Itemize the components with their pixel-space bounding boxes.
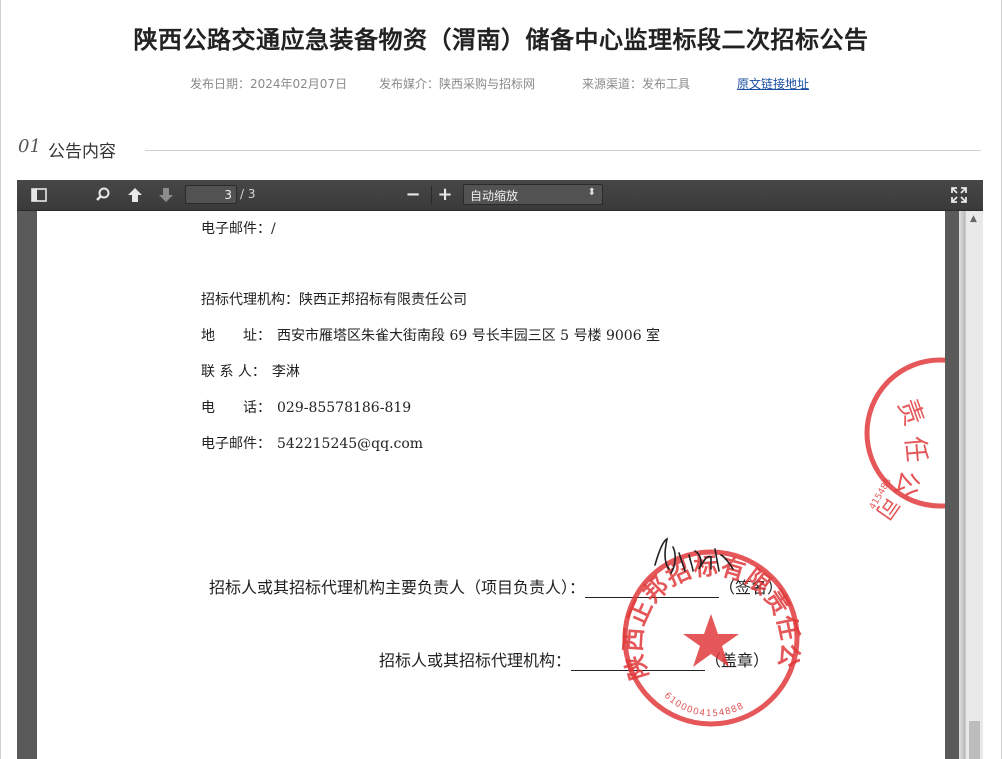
contact-line: 联 系 人： 李淋 [201, 361, 300, 381]
scroll-thumb[interactable] [969, 721, 980, 759]
source-channel: 来源渠道：发布工具 [582, 77, 691, 91]
signature-line-text: 招标人或其招标代理机构主要负责人（项目负责人）： [209, 578, 586, 597]
phone-line: 电 话： 029-85578186-819 [201, 397, 411, 417]
phone-value: 029-85578186-819 [277, 400, 412, 416]
announcement-title: 陕西公路交通应急装备物资（渭南）储备中心监理标段二次招标公告 [133, 26, 869, 54]
vertical-scrollbar[interactable]: ▲ [965, 211, 983, 759]
pdf-toolbar: 3 / 3 − + 自动缩放 ⬍ [17, 180, 983, 211]
fullscreen-icon[interactable] [949, 185, 969, 205]
sidebar-toggle-icon[interactable] [29, 185, 49, 205]
svg-text:任: 任 [899, 435, 931, 464]
section-number: 01 [18, 136, 41, 157]
zoom-select-value: 自动缩放 [470, 189, 519, 203]
phone-label: 电 话： [201, 400, 271, 416]
search-icon[interactable] [93, 185, 113, 205]
email-label: 电子邮件： [201, 436, 271, 452]
contact-value: 李淋 [271, 364, 300, 380]
seal-line-text: 招标人或其招标代理机构： [379, 651, 572, 670]
page-number-input[interactable]: 3 [185, 185, 237, 204]
contact-label: 联 系 人： [201, 364, 266, 380]
email-value: 542215245@qq.com [277, 436, 424, 452]
zoom-out-button[interactable]: − [403, 185, 423, 205]
section-label: 公告内容 [48, 142, 116, 162]
announcement-meta: 发布日期：2024年02月07日 发布媒介：陕西采购与招标网 来源渠道：发布工具… [0, 75, 1002, 93]
svg-text:责: 责 [891, 395, 928, 430]
email-top-line: 电子邮件：/ [201, 221, 276, 237]
toolbar-separator [431, 186, 432, 204]
page-border-left [0, 0, 1, 759]
handwritten-signature [654, 537, 734, 574]
scroll-up-icon[interactable]: ▲ [970, 214, 977, 224]
agency-label: 招标代理机构： [201, 292, 299, 308]
original-link[interactable]: 原文链接地址 [737, 75, 809, 92]
page-total: / 3 [240, 187, 256, 201]
agency-value: 陕西正邦招标有限责任公司 [299, 292, 467, 308]
agency-line: 招标代理机构：陕西正邦招标有限责任公司 [201, 289, 467, 309]
pdf-document-area[interactable]: 电子邮件：/ 招标代理机构：陕西正邦招标有限责任公司 地 址： 西安市雁塔区朱雀大… [17, 211, 965, 759]
previous-page-icon[interactable] [125, 185, 145, 205]
zoom-select[interactable]: 自动缩放 ⬍ [463, 184, 603, 205]
address-label: 地 址： [201, 328, 271, 344]
pdf-page: 电子邮件：/ 招标代理机构：陕西正邦招标有限责任公司 地 址： 西安市雁塔区朱雀大… [37, 211, 965, 759]
section-divider [145, 150, 981, 151]
address-value: 西安市雁塔区朱雀大街南段 69 号长丰园三区 5 号楼 9006 室 [277, 328, 661, 344]
company-seal-partial: 责 任 公 司 415488 [864, 357, 945, 524]
publish-date: 发布日期：2024年02月07日 [190, 77, 348, 91]
address-line: 地 址： 西安市雁塔区朱雀大街南段 69 号长丰园三区 5 号楼 9006 室 [201, 325, 660, 345]
next-page-icon[interactable] [156, 185, 176, 205]
select-caret-icon: ⬍ [587, 187, 596, 198]
publish-media: 发布媒介：陕西采购与招标网 [379, 77, 536, 91]
zoom-in-button[interactable]: + [435, 185, 455, 205]
svg-text:公: 公 [889, 467, 925, 500]
email-line: 电子邮件： 542215245@qq.com [201, 433, 423, 453]
pdf-viewer: 3 / 3 − + 自动缩放 ⬍ 电子邮件：/ 招标代理机构：陕西正邦招标有限责… [17, 180, 983, 759]
